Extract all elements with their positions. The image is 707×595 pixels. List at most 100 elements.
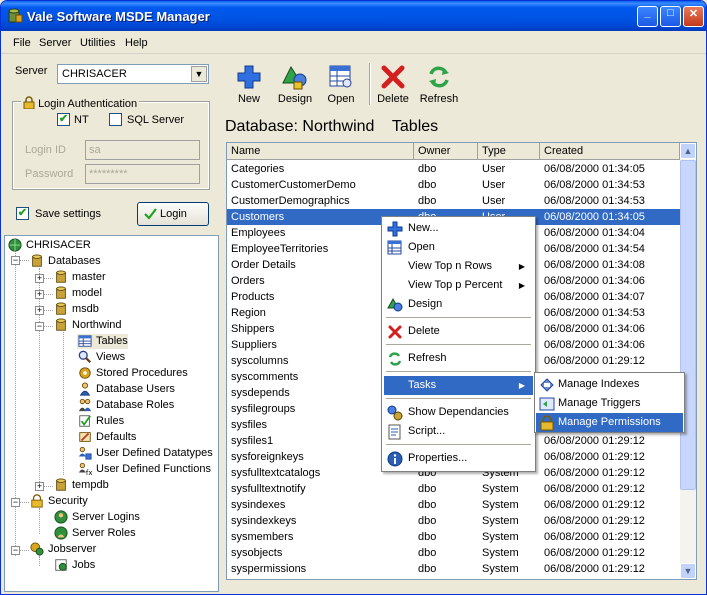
- tree-node-tempdb[interactable]: tempdb: [53, 478, 109, 493]
- title-bar[interactable]: Vale Software MSDE Manager _ □ ✕: [1, 1, 706, 31]
- expand-toggle[interactable]: +: [35, 306, 44, 315]
- context-menu-label: Delete: [408, 325, 440, 337]
- table-row[interactable]: syspermissions dbo System 06/08/2000 01:29:…: [227, 561, 680, 577]
- context-menu-script[interactable]: Script...: [384, 422, 533, 441]
- tree-node-databases[interactable]: Databases: [29, 254, 101, 269]
- tree-node-server-roles[interactable]: Server Roles: [53, 526, 136, 541]
- collapse-toggle[interactable]: −: [11, 256, 20, 265]
- context-menu-view-top-n[interactable]: View Top n Rows ▶: [384, 257, 533, 276]
- tree-node-database-roles[interactable]: Database Roles: [77, 398, 174, 413]
- context-menu-delete[interactable]: Delete: [384, 322, 533, 341]
- scroll-down-button[interactable]: ▼: [680, 563, 696, 579]
- login-button[interactable]: Login: [137, 202, 209, 226]
- database-icon: [56, 286, 66, 299]
- expand-toggle[interactable]: +: [35, 290, 44, 299]
- refresh-icon: [388, 352, 402, 366]
- maximize-button[interactable]: □: [660, 6, 681, 27]
- tree-node-model[interactable]: model: [53, 286, 102, 301]
- new-button[interactable]: New: [226, 63, 272, 109]
- context-menu: New... Open View Top n Rows ▶ View Top p…: [381, 216, 536, 472]
- server-combo[interactable]: CHRISACER ▼: [57, 64, 209, 84]
- table-row[interactable]: sysindexes dbo System 06/08/2000 01:29:12: [227, 497, 680, 513]
- context-menu-new[interactable]: New...: [384, 219, 533, 238]
- column-header-name[interactable]: Name: [227, 143, 414, 160]
- context-menu-tasks[interactable]: Tasks ▶: [384, 376, 533, 395]
- sql-server-checkbox[interactable]: [109, 113, 122, 126]
- table-row[interactable]: sysfulltextnotify dbo System 06/08/2000 01:…: [227, 481, 680, 497]
- submenu-manage-triggers[interactable]: Manage Triggers: [536, 394, 683, 413]
- delete-x-icon: [388, 325, 402, 339]
- tree-label: CHRISACER: [26, 239, 91, 251]
- tree-label: Tables: [96, 335, 128, 347]
- context-menu-properties[interactable]: Properties...: [384, 449, 533, 468]
- design-button[interactable]: Design: [272, 63, 318, 109]
- tree-node-jobserver[interactable]: Jobserver: [29, 542, 96, 557]
- context-menu-view-top-p[interactable]: View Top p Percent ▶: [384, 276, 533, 295]
- plus-icon: [387, 221, 403, 237]
- submenu-manage-permissions[interactable]: Manage Permissions: [536, 413, 683, 432]
- table-row[interactable]: sysmembers dbo System 06/08/2000 01:29:12: [227, 529, 680, 545]
- close-button[interactable]: ✕: [683, 6, 704, 27]
- server-tree[interactable]: CHRISACER − Databases + master + model +…: [4, 235, 219, 592]
- context-menu-show-dependancies[interactable]: Show Dependancies: [384, 403, 533, 422]
- expand-toggle[interactable]: +: [35, 274, 44, 283]
- column-header-type[interactable]: Type: [478, 143, 540, 160]
- login-id-field[interactable]: sa: [85, 140, 200, 160]
- lock-icon: [23, 96, 35, 110]
- collapse-toggle[interactable]: −: [35, 322, 44, 331]
- table-row[interactable]: Categories dbo User 06/08/2000 01:34:05: [227, 161, 680, 177]
- table-row[interactable]: sysindexkeys dbo System 06/08/2000 01:29:12: [227, 513, 680, 529]
- server-value: CHRISACER: [62, 68, 127, 80]
- tree-node-master[interactable]: master: [53, 270, 106, 285]
- tree-node-server[interactable]: CHRISACER: [7, 238, 91, 253]
- database-icon: [56, 302, 66, 315]
- menu-file[interactable]: File: [13, 37, 31, 49]
- cell-created: 06/08/2000 01:34:53: [544, 179, 645, 191]
- minimize-button[interactable]: _: [637, 6, 658, 27]
- tree-node-tables[interactable]: Tables: [77, 334, 128, 349]
- expand-toggle[interactable]: +: [35, 482, 44, 491]
- delete-button[interactable]: Delete: [370, 63, 416, 109]
- user-icon: [79, 382, 91, 396]
- column-header-owner[interactable]: Owner: [414, 143, 478, 160]
- menu-server[interactable]: Server: [39, 37, 71, 49]
- context-menu-refresh[interactable]: Refresh: [384, 349, 533, 368]
- open-button[interactable]: Open: [318, 63, 364, 109]
- tree-node-user-defined-datatypes[interactable]: User Defined Datatypes: [77, 446, 213, 461]
- menu-utilities[interactable]: Utilities: [80, 37, 115, 49]
- tree-node-northwind[interactable]: Northwind: [53, 318, 122, 333]
- nt-checkbox[interactable]: ✔: [57, 113, 70, 126]
- table-row[interactable]: CustomerCustomerDemo dbo User 06/08/2000 01…: [227, 177, 680, 193]
- collapse-toggle[interactable]: −: [11, 498, 20, 507]
- tree-node-user-defined-functions[interactable]: fx User Defined Functions: [77, 462, 211, 477]
- tree-node-server-logins[interactable]: Server Logins: [53, 510, 140, 525]
- context-menu-design[interactable]: Design: [384, 295, 533, 314]
- cell-owner: dbo: [418, 163, 437, 175]
- tree-node-defaults[interactable]: Defaults: [77, 430, 136, 445]
- save-settings-checkbox[interactable]: ✔: [16, 207, 29, 220]
- table-row[interactable]: CustomerDemographics dbo User 06/08/2000 01…: [227, 193, 680, 209]
- tree-node-stored-procedures[interactable]: Stored Procedures: [77, 366, 188, 381]
- tree-node-views[interactable]: Views: [77, 350, 125, 365]
- table-row[interactable]: sysobjects dbo System 06/08/2000 01:29:12: [227, 545, 680, 561]
- tree-node-database-users[interactable]: Database Users: [77, 382, 175, 397]
- design-label: Design: [277, 93, 313, 105]
- submenu-manage-indexes[interactable]: Manage Indexes: [536, 375, 683, 394]
- column-header-created[interactable]: Created: [540, 143, 680, 160]
- scroll-thumb[interactable]: [680, 160, 696, 490]
- scroll-up-button[interactable]: ▲: [680, 143, 696, 159]
- save-settings-label: Save settings: [35, 208, 102, 220]
- tree-node-msdb[interactable]: msdb: [53, 302, 99, 317]
- password-field[interactable]: *********: [85, 164, 200, 184]
- tree-node-jobs[interactable]: Jobs: [53, 558, 95, 573]
- cell-created: 06/08/2000 01:34:04: [544, 227, 645, 239]
- tree-node-rules[interactable]: Rules: [77, 414, 124, 429]
- refresh-button[interactable]: Refresh: [416, 63, 462, 109]
- vertical-scrollbar[interactable]: ▲ ▼: [680, 143, 696, 579]
- database-icon: [56, 478, 66, 491]
- menu-help[interactable]: Help: [125, 37, 148, 49]
- chevron-down-icon[interactable]: ▼: [191, 66, 207, 82]
- collapse-toggle[interactable]: −: [11, 546, 20, 555]
- tree-node-security[interactable]: Security: [29, 494, 88, 509]
- context-menu-open[interactable]: Open: [384, 238, 533, 257]
